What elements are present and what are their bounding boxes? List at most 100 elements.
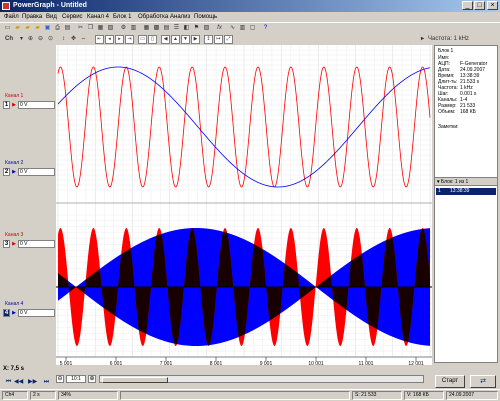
paste-icon[interactable]: ▦	[96, 24, 105, 33]
plot-area[interactable]: 2220181614121086420-2-4-65 0016 0017 001…	[48, 45, 432, 367]
status-volume: V: 168 КБ	[404, 391, 444, 400]
zoom-fit-icon[interactable]: ⊙	[46, 35, 55, 44]
cursor-icon[interactable]: ↕	[59, 35, 68, 44]
scroll-right-icon[interactable]: ▸	[115, 35, 124, 44]
waveform-plot[interactable]: 2220181614121086420-2-4-65 0016 0017 001…	[48, 45, 432, 367]
device-icon[interactable]: ⇄	[470, 375, 496, 388]
block-icon[interactable]: ▤	[162, 24, 171, 33]
channel-3-play-icon[interactable]: ▶	[11, 240, 17, 248]
settings-icon[interactable]: ⚙	[119, 24, 128, 33]
dropdown-icon[interactable]: ▾	[17, 35, 26, 44]
marker-icon[interactable]: ◧	[182, 24, 191, 33]
scroll-right-end-icon[interactable]: ⇥	[125, 35, 134, 44]
grid-icon[interactable]: ▩	[152, 24, 161, 33]
channel-1-play-icon[interactable]: ▶	[11, 101, 17, 109]
zoom-in-button[interactable]: ⊕	[88, 375, 96, 383]
notes-label: Заметки:	[438, 124, 459, 130]
main-toolbar: ▭ ▰ ▰ ▰ ▣ ⎙ ▤ ✂ ❐ ▦ ▧ ⚙ ▥ ▦ ▩ ▤ ☰ ◧ ⚑ ▨ …	[0, 22, 500, 34]
close-button[interactable]: ×	[487, 1, 498, 10]
channel-select[interactable]: Ch	[2, 35, 16, 44]
measure-icon[interactable]: ⇔	[79, 35, 88, 44]
function-icon[interactable]: fx	[215, 24, 224, 33]
open-folder-icon[interactable]: ▰	[13, 24, 22, 33]
scale-up-icon[interactable]: ▯	[148, 35, 157, 44]
channel-3-number[interactable]: 3	[3, 240, 10, 248]
zoom-out-icon[interactable]: ⊖	[36, 35, 45, 44]
folder-icon[interactable]: ▰	[33, 24, 42, 33]
zoom-ratio[interactable]: 10:1	[66, 375, 86, 383]
flag-icon[interactable]: ⚑	[192, 24, 201, 33]
channel-4-number[interactable]: 4	[3, 309, 10, 317]
channel-2-row[interactable]: 2 ▶ 0 V	[3, 168, 55, 176]
channel-1-number[interactable]: 1	[3, 101, 10, 109]
channel-1-label: Канал 1	[5, 93, 24, 99]
pan-icon[interactable]: ✥	[69, 35, 78, 44]
autoscale-icon[interactable]: ⤢	[224, 35, 233, 44]
frequency-label: Частота: 1 kHz	[428, 36, 469, 42]
clipboard-icon[interactable]: ▧	[106, 24, 115, 33]
block-list-row[interactable]: 1 13:38:39	[436, 188, 496, 195]
menu-view[interactable]: Вид	[46, 13, 57, 21]
list-icon[interactable]: ☰	[172, 24, 181, 33]
block-list: ▾ Блок: 1 из 1 1 13:38:39	[434, 177, 498, 363]
save-icon[interactable]: ▣	[43, 24, 52, 33]
channel-2-play-icon[interactable]: ▶	[11, 168, 17, 176]
shift-right-icon[interactable]: ▶	[191, 35, 200, 44]
scope-icon[interactable]: ∿	[228, 24, 237, 33]
print-icon[interactable]: ⎙	[53, 24, 62, 33]
menu-channel[interactable]: Канал 4	[87, 13, 109, 21]
fit-horizontal-icon[interactable]: ↦	[214, 35, 223, 44]
channel-setup-icon[interactable]: ▥	[129, 24, 138, 33]
scale-down-icon[interactable]: ▭	[138, 35, 147, 44]
title-bar: PowerGraph - Untitled _ □ ×	[0, 0, 500, 12]
menu-file[interactable]: Файл	[4, 13, 19, 21]
channel-2-number[interactable]: 2	[3, 168, 10, 176]
maximize-button[interactable]: □	[474, 1, 485, 10]
zoom-in-icon[interactable]: ⊕	[26, 35, 35, 44]
cut-icon[interactable]: ✂	[76, 24, 85, 33]
menu-analysis[interactable]: Анализ	[170, 13, 190, 21]
window-icon[interactable]: ▢	[248, 24, 257, 33]
first-icon[interactable]: ⏮	[4, 378, 13, 387]
frequency-expand-icon[interactable]: ▸	[418, 35, 427, 44]
scrollbar-thumb[interactable]	[102, 377, 168, 383]
help-icon[interactable]: ?	[261, 24, 270, 33]
shift-up-icon[interactable]: ▲	[171, 35, 180, 44]
scroll-left-end-icon[interactable]: ⇤	[95, 35, 104, 44]
last-icon[interactable]: ⏭	[42, 378, 51, 387]
menu-help[interactable]: Помощь	[194, 13, 217, 21]
status-percent: 34%	[58, 391, 118, 400]
menu-processing[interactable]: Обработка	[138, 13, 168, 21]
minimize-button[interactable]: _	[462, 1, 473, 10]
menu-edit[interactable]: Правка	[22, 13, 42, 21]
channel-3-row[interactable]: 3 ▶ 0 V	[3, 240, 55, 248]
info-header: Блок 1	[438, 48, 454, 54]
spectrum-icon[interactable]: ▥	[238, 24, 247, 33]
horizontal-scrollbar[interactable]	[99, 375, 424, 383]
chart-icon[interactable]: ▨	[202, 24, 211, 33]
info-key: Объем:	[438, 109, 456, 115]
rewind-icon[interactable]: ◀◀	[14, 378, 23, 387]
channel-4-label: Канал 4	[5, 301, 24, 307]
menu-tools[interactable]: Сервис	[62, 13, 83, 21]
menu-block[interactable]: Блок 1	[113, 13, 131, 21]
x-readout: X: 7,5 s	[3, 366, 25, 372]
preview-icon[interactable]: ▤	[63, 24, 72, 33]
shift-left-icon[interactable]: ◀	[161, 35, 170, 44]
channel-4-play-icon[interactable]: ▶	[11, 309, 17, 317]
table-icon[interactable]: ▦	[142, 24, 151, 33]
fit-vertical-icon[interactable]: ↥	[204, 35, 213, 44]
block-list-expand-icon[interactable]: ▾	[437, 179, 440, 185]
forward-icon[interactable]: ▶▶	[28, 378, 37, 387]
copy-icon[interactable]: ❐	[86, 24, 95, 33]
start-button[interactable]: Старт	[435, 375, 465, 388]
scroll-left-icon[interactable]: ◂	[105, 35, 114, 44]
info-value: 168 КБ	[460, 109, 476, 115]
channel-4-row[interactable]: 4 ▶ 0 V	[3, 309, 55, 317]
new-file-icon[interactable]: ▭	[3, 24, 12, 33]
zoom-out-button[interactable]: ⊖	[56, 375, 64, 383]
channel-1-row[interactable]: 1 ▶ 0 V	[3, 101, 55, 109]
status-bar: Ch4 2 s 34% S: 21 533 V: 168 КБ 24.09.20…	[0, 389, 500, 401]
shift-down-icon[interactable]: ▼	[181, 35, 190, 44]
open-folder2-icon[interactable]: ▰	[23, 24, 32, 33]
